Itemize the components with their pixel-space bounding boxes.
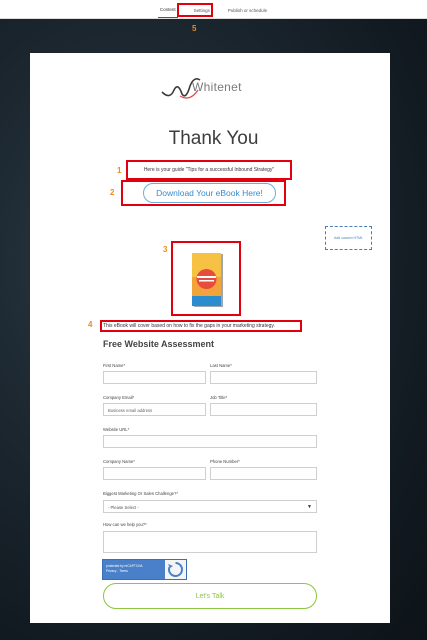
annotation-box-settings [177, 3, 213, 17]
annotation-number-4: 4 [88, 320, 93, 329]
company-name-label: Company Name* [103, 459, 135, 464]
chevron-down-icon: ▼ [307, 504, 312, 510]
custom-module-placeholder[interactable]: Add custom HTML [325, 226, 372, 250]
recaptcha-badge[interactable]: protected by reCAPTCHA Privacy - Terms [102, 559, 187, 580]
annotation-number-5: 5 [192, 24, 197, 33]
placeholder-label: Add custom HTML [334, 236, 363, 240]
editor-topbar: Content Settings Publish or schedule [0, 0, 427, 19]
lets-talk-button[interactable]: Let's Talk [103, 583, 317, 609]
annotation-number-3: 3 [163, 245, 168, 254]
guide-text: Here is your guide "Tips for a successfu… [143, 167, 275, 173]
last-name-input[interactable] [210, 371, 317, 384]
download-ebook-button[interactable]: Download Your eBook Here! [143, 183, 276, 203]
captcha-line2: Privacy - Terms [106, 569, 128, 573]
challenge-selected-value: - Please Select - [108, 505, 139, 510]
last-name-label: Last Name* [210, 363, 232, 368]
annotation-number-1: 1 [117, 166, 122, 175]
challenge-label: Biggest Marketing Or Sales Challenge?* [103, 491, 178, 496]
page-title: Thank You [168, 128, 259, 149]
annotation-number-2: 2 [110, 188, 115, 197]
recaptcha-logo-icon [165, 560, 186, 579]
website-label: Website URL* [103, 427, 130, 432]
first-name-label: First Name* [103, 363, 126, 368]
company-email-label: Company Email* [103, 395, 135, 400]
job-title-input[interactable] [210, 403, 317, 416]
challenge-select[interactable]: - Please Select - ▼ [103, 500, 317, 513]
help-textarea[interactable] [103, 531, 317, 553]
website-input[interactable] [103, 435, 317, 448]
logo-text: Whitenet [192, 80, 242, 94]
job-title-label: Job Title* [210, 395, 228, 400]
phone-input[interactable] [210, 467, 317, 480]
form-title: Free Website Assessment [103, 339, 215, 349]
help-label: How can we help you?* [103, 522, 147, 527]
ebook-description: This eBook will cover based on how to fi… [103, 323, 275, 329]
tab-content[interactable]: Content [157, 7, 178, 18]
company-name-input[interactable] [103, 467, 206, 480]
company-email-input[interactable]: Business email address [103, 403, 206, 416]
phone-label: Phone Number* [210, 459, 240, 464]
first-name-input[interactable] [103, 371, 206, 384]
tab-publish[interactable]: Publish or schedule [226, 8, 269, 18]
ebook-cover-image [192, 253, 223, 307]
